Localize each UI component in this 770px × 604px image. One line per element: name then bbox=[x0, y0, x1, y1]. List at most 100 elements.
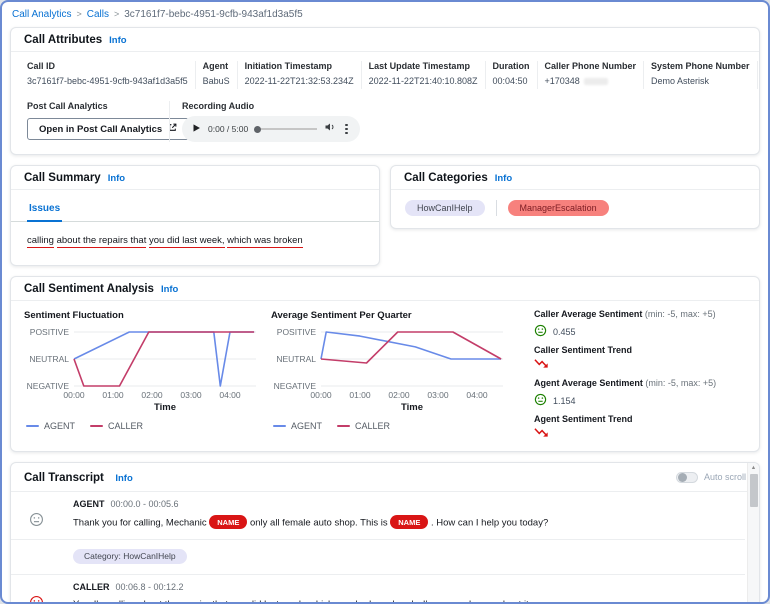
tab-issues[interactable]: Issues bbox=[27, 203, 63, 222]
call-attributes-info-link[interactable]: Info bbox=[109, 35, 126, 46]
sentiment-smiley-icon bbox=[534, 393, 547, 408]
audio-menu-kebab-icon[interactable] bbox=[343, 122, 350, 137]
attribute-value: 3c7161f7-bebc-4951-9cfb-943af1d3a5f5 bbox=[27, 76, 188, 86]
attribute-last-update-timestamp: Last Update Timestamp 2022-11-22T21:40:10… bbox=[360, 61, 485, 89]
transcript-scrollbar[interactable]: ▲ bbox=[747, 463, 759, 602]
category-badge: Category: HowCanIHelp bbox=[73, 548, 187, 564]
audio-seek-slider[interactable] bbox=[254, 125, 318, 133]
recording-audio-section: Recording Audio 0:00 / 5:00 bbox=[169, 101, 372, 142]
sentiment-neutral-icon bbox=[29, 512, 45, 532]
autoscroll-toggle-knob[interactable] bbox=[677, 473, 687, 482]
call-transcript-title: Call Transcript bbox=[24, 472, 104, 484]
volume-icon[interactable] bbox=[324, 120, 336, 138]
svg-text:Time: Time bbox=[401, 402, 423, 412]
play-icon[interactable] bbox=[192, 120, 201, 138]
attribute-initiation-timestamp: Initiation Timestamp 2022-11-22T21:32:53.… bbox=[236, 61, 361, 89]
sentiment-smiley-icon bbox=[534, 324, 547, 339]
message-timestamps: 00:06.8 - 00:12.2 bbox=[115, 582, 184, 592]
call-attributes-grid: Call ID 3c7161f7-bebc-4951-9cfb-943af1d3a… bbox=[11, 52, 759, 99]
call-summary-title: Call Summary bbox=[24, 172, 101, 184]
attribute-label: Duration bbox=[492, 61, 530, 71]
chart-title: Average Sentiment Per Quarter bbox=[271, 310, 412, 321]
autoscroll-control: Auto scroll bbox=[675, 471, 746, 483]
call-categories-title: Call Categories bbox=[404, 172, 488, 184]
svg-text:NEUTRAL: NEUTRAL bbox=[276, 354, 316, 364]
sentiment-range: (min: -5, max: +5) bbox=[645, 378, 717, 388]
panel-call-summary: Call Summary Info Issues calling about t… bbox=[10, 165, 380, 266]
attribute-agent: Agent BabuS bbox=[194, 61, 237, 89]
redacted-phone-digits bbox=[583, 77, 608, 85]
average-sentiment-per-quarter-chart: Average Sentiment Per Quarter POSITIVE NEU… bbox=[271, 308, 518, 446]
recording-audio-label: Recording Audio bbox=[182, 101, 255, 111]
caller-average-sentiment-value: 0.455 bbox=[534, 324, 716, 339]
legend-label: AGENT bbox=[44, 421, 76, 431]
message-timestamps: 00:00.0 - 00:05.6 bbox=[110, 499, 179, 509]
attribute-label: System Phone Number bbox=[651, 61, 750, 71]
message-content: AGENT 00:00.0 - 00:05.6 Thank you for call… bbox=[73, 499, 548, 532]
sentiment-value-number: 1.154 bbox=[553, 395, 576, 406]
attribute-system-phone-number: System Phone Number Demo Asterisk bbox=[643, 61, 757, 89]
sentiment-range: (min: -5, max: +5) bbox=[644, 309, 716, 319]
attribute-call-id: Call ID 3c7161f7-bebc-4951-9cfb-943af1d3a… bbox=[17, 61, 195, 89]
svg-text:Time: Time bbox=[154, 402, 176, 412]
agent-trend-down-icon bbox=[534, 426, 549, 441]
caller-trend-down-icon bbox=[534, 357, 549, 372]
legend-dash bbox=[273, 425, 286, 427]
agent-sentiment-trend-label: Agent Sentiment Trend bbox=[534, 414, 633, 424]
legend-item-caller: CALLER bbox=[90, 421, 143, 431]
call-summary-info-link[interactable]: Info bbox=[108, 173, 125, 184]
line-chart-canvas: POSITIVENEUTRALNEGATIVE00:00 01:00 02:00 03… bbox=[274, 327, 503, 413]
attribute-label: Last Update Timestamp bbox=[368, 61, 470, 71]
legend-item-agent: AGENT bbox=[273, 421, 322, 431]
scrollbar-up-arrow[interactable]: ▲ bbox=[748, 463, 759, 473]
panel-call-sentiment-analysis: Call Sentiment Analysis Info Sentiment F… bbox=[10, 276, 760, 452]
svg-text:00:00: 00:00 bbox=[310, 390, 332, 400]
scrollbar-thumb[interactable] bbox=[750, 474, 758, 507]
app-window: Call Analytics > Calls >3c7161f7-bebc-4951-… bbox=[0, 0, 770, 604]
post-call-analytics-section: Post Call Analytics Open in Post Call An… bbox=[17, 101, 190, 142]
audio-seek-knob[interactable] bbox=[254, 125, 262, 133]
call-categories-info-link[interactable]: Info bbox=[495, 173, 512, 184]
svg-text:04:00: 04:00 bbox=[466, 390, 488, 400]
category-tag-howcanihelp: HowCanIHelp bbox=[405, 200, 485, 216]
sentiment-header: Call Sentiment Analysis Info bbox=[11, 277, 759, 301]
autoscroll-toggle[interactable] bbox=[675, 471, 698, 483]
breadcrumb-call-analytics[interactable]: Call Analytics bbox=[12, 9, 71, 20]
audio-player[interactable]: 0:00 / 5:00 bbox=[182, 116, 360, 142]
message-text-segment: you did last week, bbox=[230, 599, 307, 602]
message-text-segment: Yes, I'm bbox=[73, 599, 109, 602]
call-attributes-row2: Post Call Analytics Open in Post Call An… bbox=[11, 99, 759, 154]
call-attributes-title: Call Attributes bbox=[24, 34, 103, 46]
open-post-call-analytics-button[interactable]: Open in Post Call Analytics bbox=[27, 118, 190, 140]
attribute-label: Initiation Timestamp bbox=[244, 61, 333, 71]
svg-text:01:00: 01:00 bbox=[349, 390, 371, 400]
legend-label: AGENT bbox=[291, 421, 323, 431]
call-transcript-info-link[interactable]: Info bbox=[115, 473, 132, 484]
attribute-status: StatusDone bbox=[756, 61, 759, 89]
breadcrumb-call-id: 3c7161f7-bebc-4951-9cfb-943af1d3a5f5 bbox=[124, 9, 303, 20]
panel-call-categories: Call Categories Info HowCanIHelp ManagerE… bbox=[390, 165, 760, 229]
sentiment-title: Call Sentiment Analysis bbox=[24, 283, 154, 295]
sentiment-info-link[interactable]: Info bbox=[161, 284, 178, 295]
caller-sentiment-trend-label: Caller Sentiment Trend bbox=[534, 345, 633, 355]
chart-title: Sentiment Fluctuation bbox=[24, 310, 124, 321]
name-redaction-badge: NAME bbox=[390, 515, 429, 530]
attribute-label: Caller Phone Number bbox=[544, 61, 637, 71]
attribute-value: 2022-11-22T21:40:10.808Z bbox=[368, 76, 478, 86]
category-tag-managerescalation: ManagerEscalation bbox=[507, 200, 609, 216]
breadcrumb: Call Analytics > Calls >3c7161f7-bebc-4951-… bbox=[10, 7, 760, 27]
svg-text:03:00: 03:00 bbox=[427, 390, 449, 400]
svg-text:NEUTRAL: NEUTRAL bbox=[29, 354, 69, 364]
sentiment-sad-icon bbox=[29, 595, 45, 602]
breadcrumb-separator: > bbox=[76, 9, 82, 19]
call-transcript-header: Call Transcript Info Auto scroll bbox=[11, 463, 759, 492]
breadcrumb-separator: > bbox=[113, 9, 120, 19]
message-text-segment: Thank you for calling, Mechanic bbox=[73, 517, 210, 529]
message-text-segment: calling bbox=[108, 599, 136, 602]
legend-item-agent: AGENT bbox=[26, 421, 75, 431]
summary-text-segment: calling bbox=[27, 235, 54, 248]
svg-text:02:00: 02:00 bbox=[141, 390, 163, 400]
breadcrumb-calls[interactable]: Calls bbox=[87, 9, 109, 20]
legend-dash bbox=[26, 425, 39, 427]
chart-legend: AGENT CALLER bbox=[24, 421, 271, 431]
